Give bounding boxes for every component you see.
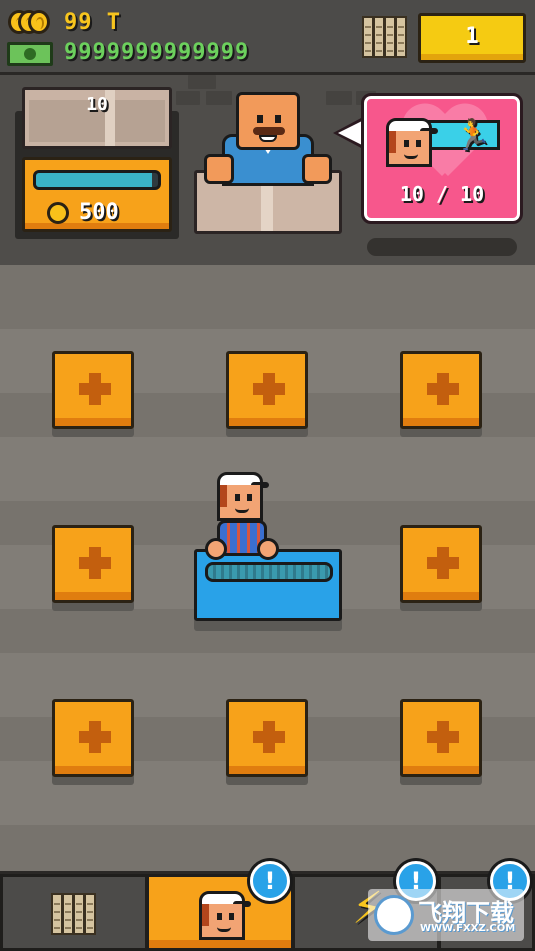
speech-bubble-tail [333, 117, 363, 149]
worker-character[interactable] [205, 472, 279, 562]
box-crate: 10 [22, 87, 172, 149]
level-button[interactable]: 1 [418, 13, 526, 63]
restock-progress-bar [33, 170, 161, 190]
crate-count: 10 [86, 94, 108, 115]
hire-speech-bubble[interactable]: 🏃 10 / 10 [361, 93, 523, 224]
empty-slot-5[interactable] [400, 525, 482, 603]
watermark-url: WWW.FXXZ.COM [420, 923, 516, 934]
empty-slot-4[interactable] [52, 525, 134, 603]
tab-boxes[interactable] [0, 874, 148, 951]
worker-count: 10 / 10 [399, 182, 485, 206]
empty-slot-1[interactable] [52, 351, 134, 429]
bubble-shadow [367, 238, 517, 256]
empty-slot-3[interactable] [400, 351, 482, 429]
cash-amount: 9999999999999 [64, 40, 250, 65]
boss-character[interactable] [202, 92, 334, 187]
coin-amount: 99 T [64, 10, 121, 35]
conveyor-belt [205, 562, 333, 582]
cash-bill-icon [7, 42, 53, 66]
empty-slot-8[interactable] [400, 699, 482, 777]
worker-face-icon [386, 118, 438, 168]
watermark-logo [374, 895, 414, 935]
boxes-icon [51, 889, 99, 937]
empty-slot-7[interactable] [226, 699, 308, 777]
worker-face-icon [199, 891, 251, 941]
restock-progress-fill [36, 173, 152, 187]
alert-badge-workers[interactable]: ! [250, 861, 290, 901]
empty-slot-2[interactable] [226, 351, 308, 429]
buy-boxes-button[interactable]: 500 [22, 157, 172, 232]
running-man-icon: 🏃 [454, 118, 492, 153]
coin-stack-icon [8, 10, 56, 36]
level-value: 1 [465, 24, 479, 49]
top-bar: 99 T 9999999999999 1 [0, 0, 535, 75]
buy-price: 500 [79, 200, 119, 225]
coin-icon [47, 202, 69, 224]
empty-slot-6[interactable] [52, 699, 134, 777]
boxes-icon[interactable] [362, 12, 410, 60]
site-watermark: 飞翔下载 WWW.FXXZ.COM [368, 889, 524, 941]
